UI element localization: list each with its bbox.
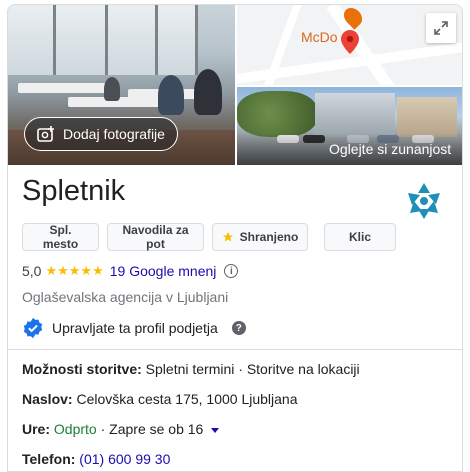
phone-row: Telefon: (01) 600 99 30 [22,451,170,467]
rating-row: 5,0 ★★★★★ 19 Google mnenj i [22,263,239,279]
add-photos-label: Dodaj fotografije [63,126,165,142]
section-divider [8,349,462,350]
business-profile-card: McDo d's Dodaj fotografije Oglejte si zu… [7,4,463,472]
manage-profile-row[interactable]: Upravljate ta profil podjetja ? [22,317,246,339]
phone-link[interactable]: (01) 600 99 30 [79,451,170,467]
services-row: Možnosti storitve: Spletni termini · Sto… [22,361,360,377]
action-buttons: Spl. mesto Navodila za pot Shranjeno Kli… [22,223,396,251]
business-category: Oglaševalska agencija v Ljubljani [22,289,229,305]
manage-profile-label: Upravljate ta profil podjetja [52,320,218,336]
view-exterior-label: Oglejte si zunanjost [329,141,452,157]
hours-row[interactable]: Ure: Odprto · Zapre se ob 16 [22,421,220,437]
info-icon[interactable]: i [224,264,239,278]
expand-icon [434,21,448,35]
save-label: Shranjeno [239,230,299,244]
rating-value: 5,0 [22,263,42,279]
save-button[interactable]: Shranjeno [212,223,308,251]
help-icon[interactable]: ? [231,321,246,335]
website-label: Spl. mesto [42,223,79,251]
map-thumbnail[interactable]: McDo d's [237,5,462,85]
add-photos-button[interactable]: Dodaj fotografije [24,117,178,151]
photo-strip: McDo d's Dodaj fotografije Oglejte si zu… [8,5,462,165]
reviews-link[interactable]: 19 Google mnenj [110,263,217,279]
chevron-down-icon[interactable] [211,427,220,433]
website-button[interactable]: Spl. mesto [22,223,99,251]
directions-label: Navodila za pot [122,223,189,251]
hours-status: Odprto [53,421,97,437]
services-label: Možnosti storitve: [22,361,142,377]
business-name: Spletnik [22,175,126,207]
location-pin-icon [341,30,359,54]
business-logo [408,183,440,219]
add-photo-icon [37,126,54,142]
address-row: Naslov: Celovška cesta 175, 1000 Ljublja… [22,391,298,407]
address-value[interactable]: Celovška cesta 175, 1000 Ljubljana [76,391,297,407]
rating-stars-icon: ★★★★★ [45,263,104,278]
call-button[interactable]: Klic [324,223,396,251]
phone-label: Telefon: [22,451,76,467]
expand-map-button[interactable] [426,13,456,43]
hours-label: Ure: [22,421,51,437]
star-icon [222,232,233,242]
hours-value: · Zapre se ob 16 [100,421,204,437]
verified-badge-icon [23,317,43,339]
view-exterior-button[interactable]: Oglejte si zunanjost [237,133,462,165]
address-label: Naslov: [22,391,73,407]
directions-button[interactable]: Navodila za pot [107,223,204,251]
call-label: Klic [348,230,371,244]
services-value: Spletni termini · Storitve na lokaciji [145,361,360,377]
